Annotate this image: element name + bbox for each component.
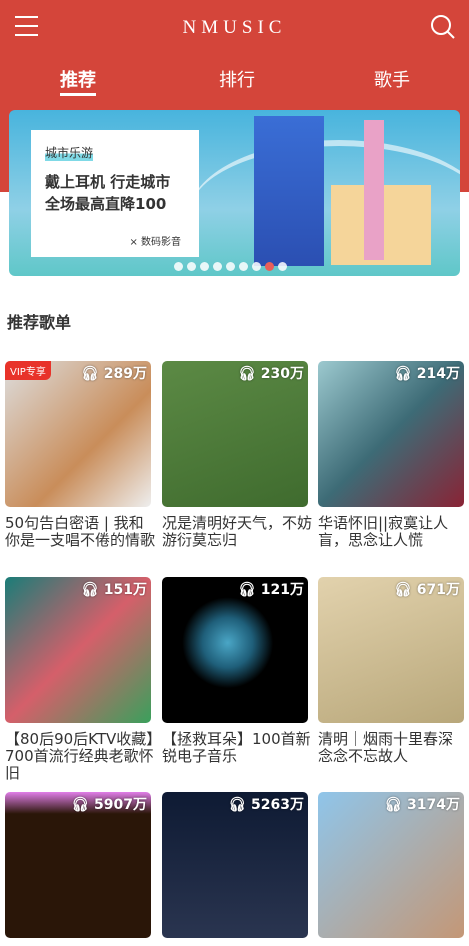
play-count-value: 5907万: [94, 797, 147, 813]
banner-art: [364, 120, 384, 260]
headphones-icon: 🎧︎: [384, 797, 403, 813]
banner-card: 城市乐游 戴上耳机 行走城市 全场最高直降100 × 数码影音: [31, 130, 199, 257]
play-count-value: 3174万: [407, 797, 460, 813]
headphones-icon: 🎧︎: [394, 366, 412, 382]
banner-headline-1: 戴上耳机 行走城市: [45, 173, 171, 191]
tab-bar: 推荐 排行 歌手: [0, 66, 469, 98]
carousel-dot[interactable]: [239, 262, 248, 271]
play-count: 🎧︎ 5263万: [228, 794, 304, 814]
playlist-cover: VIP专享 🎧︎ 289万: [5, 361, 151, 507]
tab-recommend[interactable]: 推荐: [60, 66, 96, 96]
playlist-card[interactable]: 🎧︎ 151万 【80后90后KTV收藏】700首流行经典老歌怀旧: [5, 577, 154, 782]
playlist-cover: 🎧︎ 214万: [318, 361, 464, 507]
carousel-dot[interactable]: [187, 262, 196, 271]
playlist-card[interactable]: 🎧︎ 121万 【拯救耳朵】100首新锐电子音乐: [162, 577, 311, 765]
vip-badge: VIP专享: [5, 361, 51, 380]
playlist-cover: 🎧︎ 5907万: [5, 792, 151, 938]
play-count-value: 121万: [260, 582, 304, 598]
playlist-card[interactable]: 🎧︎ 214万 华语怀旧||寂寞让人盲，思念让人慌: [318, 361, 464, 549]
playlist-name: 况是清明好天气，不妨游衍莫忘归: [162, 514, 313, 549]
playlist-name: 华语怀旧||寂寞让人盲，思念让人慌: [318, 514, 449, 549]
play-count-value: 671万: [416, 582, 460, 598]
carousel-dots: [174, 262, 287, 271]
play-count: 🎧︎ 5907万: [71, 794, 147, 814]
play-count: 🎧︎ 214万: [394, 363, 460, 383]
playlist-cover: 🎧︎ 3174万: [318, 792, 464, 938]
play-count-value: 289万: [103, 366, 147, 382]
play-count: 🎧︎ 671万: [394, 579, 460, 599]
playlist-name: 【拯救耳朵】100首新锐电子音乐: [162, 730, 311, 765]
headphones-icon: 🎧︎: [228, 797, 247, 813]
play-count-value: 151万: [103, 582, 147, 598]
tab-singers[interactable]: 歌手: [374, 66, 410, 92]
carousel-dot[interactable]: [265, 262, 274, 271]
top-bar: NMUSIC: [0, 0, 469, 56]
banner-tag: 城市乐游: [45, 144, 94, 161]
playlist-name: 50句告白密语 | 我和你是一支唱不倦的情歌: [5, 514, 156, 549]
carousel-dot[interactable]: [226, 262, 235, 271]
playlist-cover: 🎧︎ 671万: [318, 577, 464, 723]
playlist-card[interactable]: 🎧︎ 230万 况是清明好天气，不妨游衍莫忘归: [162, 361, 312, 549]
play-count: 🎧︎ 151万: [81, 579, 147, 599]
carousel-dot[interactable]: [174, 262, 183, 271]
play-count-value: 5263万: [251, 797, 304, 813]
play-count: 🎧︎ 289万: [81, 363, 147, 383]
banner-art: [254, 116, 324, 266]
playlist-card[interactable]: 🎧︎ 671万 清明｜烟雨十里春深 念念不忘故人: [318, 577, 464, 765]
headphones-icon: 🎧︎: [238, 582, 256, 598]
section-title: 推荐歌单: [7, 313, 72, 332]
playlist-name: 清明｜烟雨十里春深 念念不忘故人: [318, 730, 454, 765]
playlist-card[interactable]: 🎧︎ 3174万: [318, 792, 464, 946]
headphones-icon: 🎧︎: [81, 366, 99, 382]
tab-ranking[interactable]: 排行: [219, 66, 255, 92]
headphones-icon: 🎧︎: [238, 366, 256, 382]
banner-sub: × 数码影音: [129, 237, 181, 248]
playlist-cover: 🎧︎ 5263万: [162, 792, 308, 938]
play-count-value: 214万: [416, 366, 460, 382]
headphones-icon: 🎧︎: [394, 582, 412, 598]
playlist-cover: 🎧︎ 151万: [5, 577, 151, 723]
playlist-name: 【80后90后KTV收藏】700首流行经典老歌怀旧: [5, 730, 154, 782]
playlist-cover: 🎧︎ 230万: [162, 361, 308, 507]
carousel-dot[interactable]: [200, 262, 209, 271]
playlist-card[interactable]: 🎧︎ 5907万: [5, 792, 151, 946]
carousel-dot[interactable]: [278, 262, 287, 271]
playlist-card[interactable]: 🎧︎ 5263万: [162, 792, 308, 946]
playlist-card[interactable]: VIP专享 🎧︎ 289万 50句告白密语 | 我和你是一支唱不倦的情歌: [5, 361, 155, 549]
play-count-value: 230万: [260, 366, 304, 382]
playlist-cover: 🎧︎ 121万: [162, 577, 308, 723]
banner-headline-2: 全场最高直降100: [45, 195, 167, 213]
headphones-icon: 🎧︎: [81, 582, 99, 598]
app-title: NMUSIC: [182, 17, 287, 38]
carousel-dot[interactable]: [252, 262, 261, 271]
carousel-dot[interactable]: [213, 262, 222, 271]
banner-headline: 戴上耳机 行走城市 全场最高直降100: [45, 171, 170, 215]
play-count: 🎧︎ 230万: [238, 363, 304, 383]
play-count: 🎧︎ 121万: [238, 579, 304, 599]
play-count: 🎧︎ 3174万: [384, 794, 460, 814]
headphones-icon: 🎧︎: [71, 797, 90, 813]
banner-carousel[interactable]: 城市乐游 戴上耳机 行走城市 全场最高直降100 × 数码影音: [9, 110, 460, 276]
search-icon[interactable]: [430, 14, 456, 40]
